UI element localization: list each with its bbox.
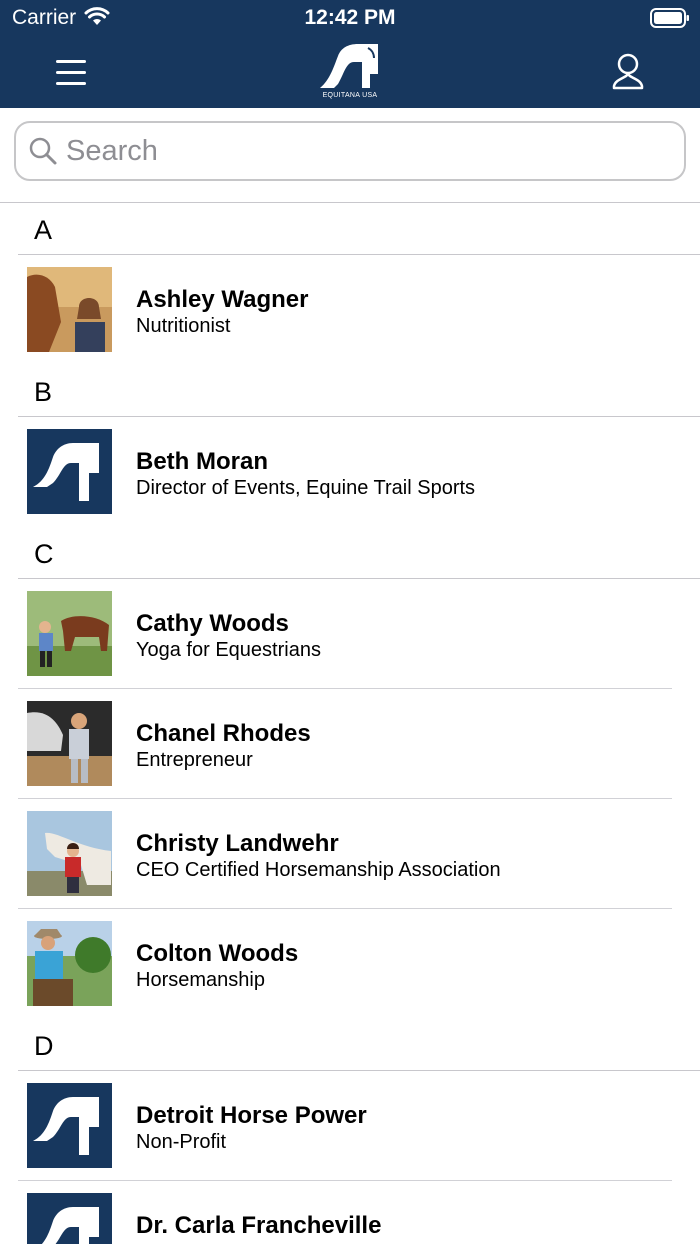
equitana-logo-thumbnail — [27, 1193, 112, 1244]
status-bar: Carrier 12:42 PM — [0, 0, 700, 36]
item-subtitle: Nutritionist — [136, 315, 231, 337]
list-item[interactable]: Cathy Woods Yoga for Equestrians — [0, 579, 700, 689]
section-header-a: A — [18, 203, 700, 255]
item-name: Colton Woods — [136, 940, 299, 967]
item-subtitle: CEO Certified Horsemanship Association — [136, 859, 501, 881]
section-header-b: B — [18, 365, 700, 417]
list-item[interactable]: Detroit Horse Power Non-Profit — [0, 1071, 700, 1181]
app-header: Carrier 12:42 PM EQUITANA USA — [0, 0, 700, 108]
equitana-logo-thumbnail — [27, 429, 112, 514]
item-subtitle: Non-Profit — [136, 1131, 227, 1153]
section-header-d: D — [18, 1019, 700, 1071]
battery-icon — [650, 8, 690, 33]
nav-bar: EQUITANA USA — [0, 36, 700, 108]
section-letter: C — [34, 539, 54, 569]
list-item[interactable]: Beth Moran Director of Events, Equine Tra… — [0, 417, 700, 527]
section-letter: D — [34, 1031, 54, 1061]
profile-photo — [27, 701, 112, 786]
item-subtitle: Horsemanship — [136, 969, 265, 991]
profile-photo — [27, 921, 112, 1006]
menu-icon-line — [56, 82, 86, 85]
section-header-c: C — [18, 527, 700, 579]
item-name: Cathy Woods — [136, 610, 289, 637]
speaker-list: A Ashley Wagner Nutritionist B Beth Moran Dir… — [0, 203, 700, 1244]
profile-photo — [27, 811, 112, 896]
list-item[interactable]: Ashley Wagner Nutritionist — [0, 255, 700, 365]
menu-icon — [56, 60, 86, 63]
search-input[interactable] — [66, 131, 666, 171]
user-icon — [612, 53, 644, 90]
list-item[interactable]: Colton Woods Horsemanship — [0, 909, 700, 1019]
profile-photo — [27, 267, 112, 352]
list-item[interactable]: Christy Landwehr CEO Certified Horsemansh… — [0, 799, 700, 909]
clock: 12:42 PM — [304, 6, 396, 29]
item-subtitle: Director of Events, Equine Trail Sports — [136, 477, 476, 499]
equitana-logo: EQUITANA USA — [316, 40, 384, 104]
search-bar — [0, 108, 700, 203]
item-subtitle: Entrepreneur — [136, 749, 253, 771]
item-name: Chanel Rhodes — [136, 720, 311, 747]
item-name: Ashley Wagner — [136, 286, 309, 313]
item-name: Christy Landwehr — [136, 830, 339, 857]
item-subtitle: Yoga for Equestrians — [136, 639, 321, 661]
equitana-logo-thumbnail — [27, 1083, 112, 1168]
search-icon — [28, 136, 58, 171]
item-name: Beth Moran — [136, 448, 268, 475]
menu-icon-line — [56, 71, 86, 74]
menu-button[interactable] — [50, 52, 94, 92]
item-name: Detroit Horse Power — [136, 1102, 367, 1129]
section-letter: A — [34, 215, 53, 245]
profile-button[interactable] — [606, 50, 650, 94]
section-letter: B — [34, 377, 53, 407]
search-field[interactable] — [14, 121, 686, 181]
profile-photo — [27, 591, 112, 676]
list-item[interactable]: Chanel Rhodes Entrepreneur — [0, 689, 700, 799]
list-item[interactable]: Dr. Carla Francheville — [0, 1181, 700, 1244]
item-name: Dr. Carla Francheville — [136, 1212, 382, 1239]
logo-text: EQUITANA USA — [322, 92, 378, 99]
